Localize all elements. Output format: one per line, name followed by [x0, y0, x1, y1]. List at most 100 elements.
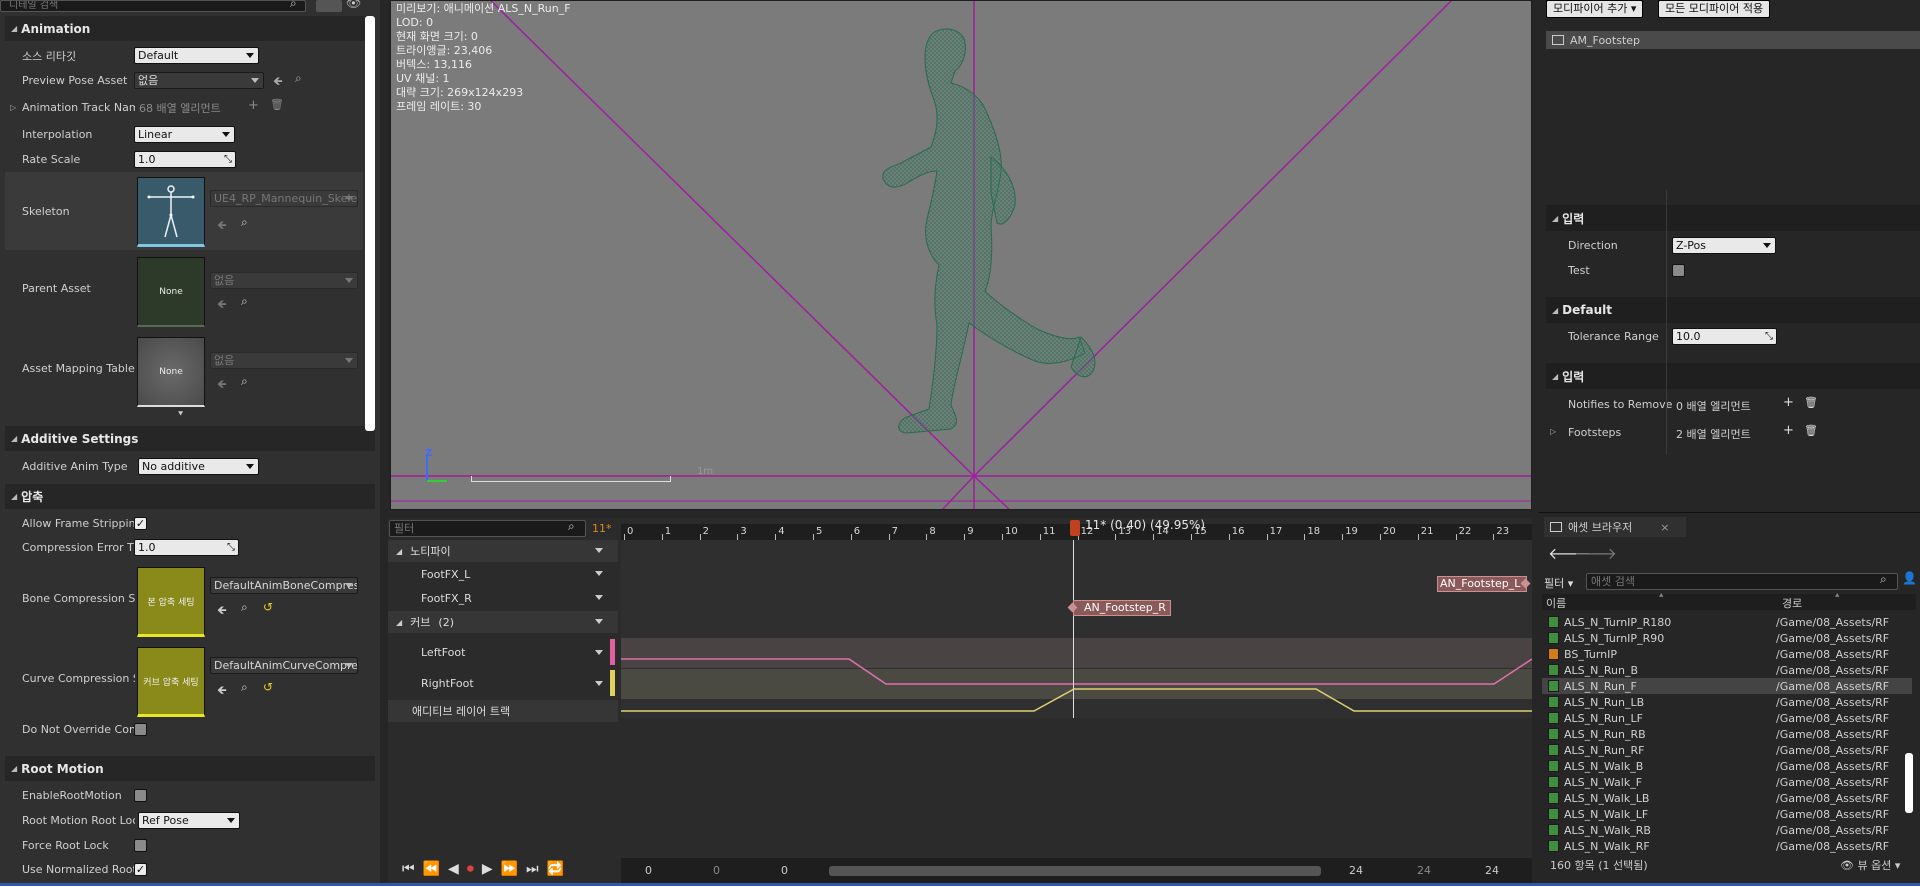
close-icon[interactable]: × [1660, 521, 1669, 534]
no-override-checkbox[interactable] [134, 723, 147, 736]
reset-icon[interactable]: ↺ [263, 600, 273, 614]
expand-icon[interactable]: ▷ [10, 103, 16, 112]
browse-icon[interactable]: ⌕ [241, 680, 248, 695]
preview-pose-combo[interactable]: 없음 [134, 72, 264, 89]
browse-icon[interactable]: ⌕ [241, 374, 248, 389]
use-selected-icon[interactable]: 🡸 [217, 216, 227, 237]
interpolation-combo[interactable]: Linear [134, 126, 235, 143]
browse-icon[interactable]: ⌕ [241, 294, 248, 309]
curve-comp-thumbnail[interactable]: 커브 압축 세팅 [137, 647, 205, 717]
asset-row[interactable]: ALS_N_Walk_B/Game/08_Assets/RF [1542, 758, 1912, 774]
skip-start-icon[interactable]: ⏮ [402, 861, 415, 877]
parent-asset-combo[interactable]: 없음 [210, 272, 358, 289]
search-icon[interactable]: ⌕ [568, 519, 575, 534]
details-search-input[interactable]: 디테일 검색 [0, 0, 306, 12]
details-scrollbar[interactable] [365, 16, 375, 431]
asset-row[interactable]: ALS_N_Walk_F/Game/08_Assets/RF [1542, 774, 1912, 790]
range-start[interactable]: 0 [645, 864, 652, 877]
curve-comp-combo[interactable]: DefaultAnimCurveCompre [210, 657, 358, 674]
preview-viewport[interactable]: 미리보기: 애니메이션 ALS_N_Run_F LOD: 0 현재 화면 크기:… [390, 0, 1532, 510]
reset-icon[interactable]: ↺ [263, 680, 273, 694]
asset-row[interactable]: ALS_N_Run_RF/Game/08_Assets/RF [1542, 742, 1912, 758]
chevron-down-icon[interactable] [595, 548, 603, 553]
track-filter-input[interactable]: 필터 [389, 520, 586, 537]
direction-combo[interactable]: Z-Pos [1672, 237, 1776, 254]
asset-row[interactable]: ALS_N_Walk_LB/Game/08_Assets/RF [1542, 790, 1912, 806]
search-icon[interactable]: ⌕ [1880, 572, 1887, 587]
step-back-icon[interactable]: ⏪ [423, 861, 440, 877]
section-default[interactable]: ◢ Default [1546, 297, 1920, 323]
browse-icon[interactable]: ⌕ [241, 215, 248, 230]
section-input-2[interactable]: ◢ 입력 [1546, 363, 1920, 389]
asset-search-input[interactable]: 애셋 검색 [1586, 573, 1898, 590]
range-start-view[interactable]: 0 [713, 864, 720, 877]
additive-type-combo[interactable]: No additive [138, 458, 259, 475]
asset-row[interactable]: ALS_N_Run_F/Game/08_Assets/RF [1542, 678, 1912, 694]
enable-root-checkbox[interactable] [134, 789, 147, 802]
asset-browser-tab[interactable]: 애셋 브라우저 × [1544, 517, 1686, 537]
root-lock-combo[interactable]: Ref Pose [138, 812, 240, 829]
asset-row[interactable]: ALS_N_Run_B/Game/08_Assets/RF [1542, 662, 1912, 678]
curve-track-row[interactable]: RightFoot [388, 669, 618, 697]
chevron-down-icon[interactable] [595, 619, 603, 624]
column-path[interactable]: 경로 [1782, 595, 1802, 611]
search-icon[interactable]: ⌕ [290, 0, 297, 11]
bone-comp-combo[interactable]: DefaultAnimBoneCompres [210, 577, 358, 594]
notify-track-row[interactable]: FootFX_R [388, 587, 618, 609]
play-reverse-icon[interactable]: ◀ [448, 861, 459, 877]
range-playback-end[interactable]: 24 [1349, 864, 1363, 877]
trash-icon[interactable]: 🗑 [270, 98, 284, 111]
notify-track-row[interactable]: FootFX_L [388, 563, 618, 585]
trash-icon[interactable]: 🗑 [1804, 396, 1818, 409]
section-input-1[interactable]: ◢ 입력 [1546, 205, 1920, 231]
filter-button[interactable]: 필터 ▾ [1544, 575, 1573, 591]
apply-all-modifiers-button[interactable]: 모든 모디파이어 적용 [1658, 0, 1771, 18]
use-selected-icon[interactable]: 🡸 [273, 72, 283, 93]
record-icon[interactable]: ⏺ [467, 861, 474, 877]
column-name[interactable]: 이름 [1546, 595, 1566, 611]
add-element-icon[interactable]: + [1783, 423, 1794, 438]
chevron-down-icon[interactable]: ⯆ [177, 410, 187, 420]
parent-asset-thumbnail[interactable]: None [137, 257, 205, 327]
curve-group-row[interactable]: ◢ 커브 (2) [388, 611, 618, 633]
expand-icon[interactable]: ▷ [1550, 427, 1556, 436]
trash-icon[interactable]: 🗑 [1804, 424, 1818, 437]
asset-row[interactable]: ALS_N_TurnIP_R180/Game/08_Assets/RF [1542, 614, 1912, 630]
browse-icon[interactable]: ⌕ [295, 71, 302, 86]
loop-icon[interactable]: 🔁 [547, 861, 564, 877]
browse-icon[interactable]: ⌕ [241, 600, 248, 615]
asset-row[interactable]: BS_TurnIP/Game/08_Assets/RF [1542, 646, 1912, 662]
use-selected-icon[interactable]: 🡸 [217, 375, 227, 396]
section-compression[interactable]: ◢ 압축 [5, 484, 375, 509]
force-lock-checkbox[interactable] [134, 839, 147, 852]
section-animation[interactable]: ◢ Animation [5, 16, 375, 41]
add-element-icon[interactable]: + [1783, 395, 1794, 410]
use-selected-icon[interactable]: 🡸 [217, 681, 227, 702]
track-area[interactable]: AN_Footstep_R AN_Footstep_L [621, 540, 1532, 718]
test-checkbox[interactable] [1672, 264, 1685, 277]
use-selected-icon[interactable]: 🡸 [217, 601, 227, 622]
asset-row[interactable]: ALS_N_Run_LF/Game/08_Assets/RF [1542, 710, 1912, 726]
skeleton-combo[interactable]: UE4_RP_Mannequin_Skele [210, 190, 358, 207]
allow-strip-checkbox[interactable]: ✓ [134, 517, 147, 530]
asset-row[interactable]: ALS_N_Run_RB/Game/08_Assets/RF [1542, 726, 1912, 742]
chevron-down-icon[interactable] [595, 571, 603, 576]
notify-marker-l[interactable]: AN_Footstep_L [1437, 576, 1527, 592]
use-selected-icon[interactable]: 🡸 [217, 295, 227, 316]
bone-comp-thumbnail[interactable]: 본 압축 세팅 [137, 567, 205, 637]
step-forward-icon[interactable]: ⏩ [501, 861, 518, 877]
asset-row[interactable]: ALS_N_TurnIP_R90/Game/08_Assets/RF [1542, 630, 1912, 646]
chevron-down-icon[interactable] [595, 681, 603, 686]
asset-row[interactable]: ALS_N_Walk_RF/Game/08_Assets/RF [1542, 838, 1912, 854]
user-icon[interactable]: 👤 [1902, 571, 1917, 585]
source-rate-combo[interactable]: Default [134, 47, 259, 64]
notify-group-row[interactable]: ◢ 노티파이 [388, 540, 618, 562]
asset-row[interactable]: ALS_N_Run_LB/Game/08_Assets/RF [1542, 694, 1912, 710]
tolerance-field[interactable]: 10.0 [1672, 328, 1777, 345]
notify-marker-r[interactable]: AN_Footstep_R [1073, 600, 1171, 616]
asset-mapping-combo[interactable]: 없음 [210, 352, 358, 369]
play-icon[interactable]: ▶ [482, 861, 493, 877]
add-modifier-button[interactable]: 모디파이어 추가 ▾ [1546, 0, 1644, 18]
section-additive[interactable]: ◢ Additive Settings [5, 426, 375, 451]
asset-mapping-thumbnail[interactable]: None [137, 337, 205, 407]
